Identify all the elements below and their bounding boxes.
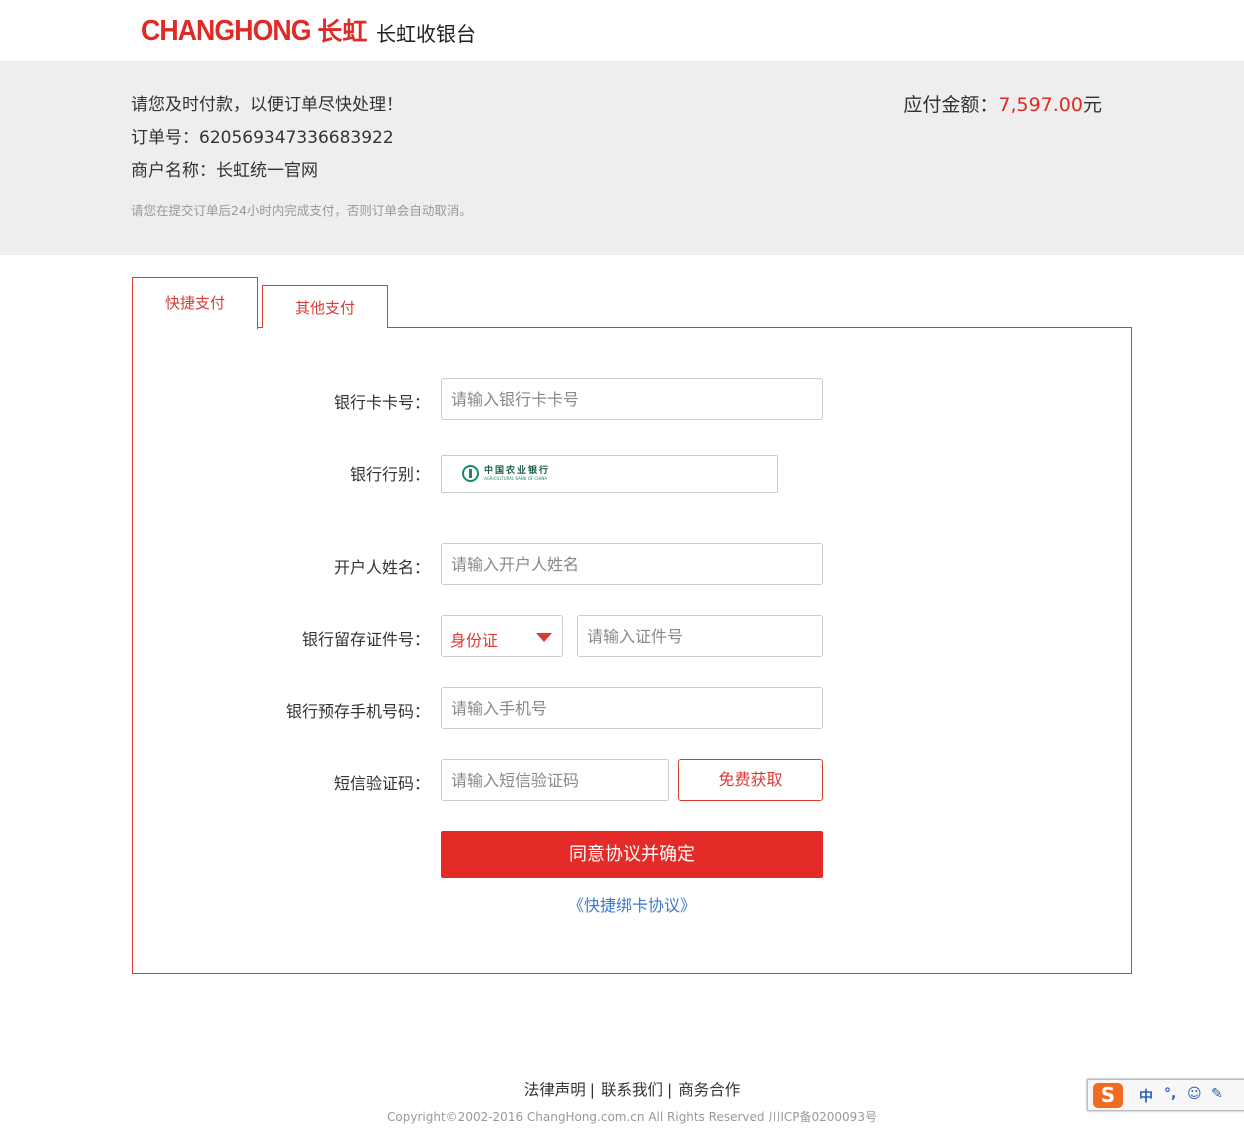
amount-value: 7,597.00 bbox=[998, 94, 1083, 116]
payment-prompt: 请您及时付款，以便订单尽快处理！ bbox=[131, 95, 403, 115]
caret-down-icon bbox=[536, 633, 552, 642]
footer-separator: | bbox=[667, 1081, 673, 1099]
sogou-ime-icon[interactable]: S bbox=[1093, 1083, 1123, 1108]
id-type-select[interactable]: 身份证 bbox=[441, 615, 563, 657]
page-header: CHANGHONG 长虹 长虹收银台 bbox=[0, 0, 1244, 61]
logo-text-en: CHANGHONG bbox=[141, 15, 312, 47]
order-info-panel: 请您及时付款，以便订单尽快处理！ 订单号：620569347336683922 … bbox=[0, 61, 1244, 255]
agree-and-confirm-button[interactable]: 同意协议并确定 bbox=[441, 831, 823, 878]
id-number-input[interactable] bbox=[577, 615, 823, 657]
bank-name-cn: 中国农业银行 bbox=[484, 465, 551, 476]
footer-separator: | bbox=[589, 1081, 595, 1099]
bank-select[interactable]: 中国农业银行 AGRICULTURAL BANK OF CHINA bbox=[441, 455, 778, 493]
tab-quick-pay[interactable]: 快捷支付 bbox=[132, 277, 258, 329]
merchant-name: 商户名称：长虹统一官网 bbox=[131, 161, 318, 181]
order-number: 订单号：620569347336683922 bbox=[131, 128, 394, 148]
amount-label: 应付金额： bbox=[903, 94, 999, 116]
bank-type-label: 银行行别： bbox=[349, 465, 430, 484]
id-number-label: 银行留存证件号： bbox=[301, 630, 430, 649]
quick-bind-protocol-link[interactable]: 《快捷绑卡协议》 bbox=[441, 892, 823, 916]
cashier-title: 长虹收银台 bbox=[376, 22, 476, 46]
footer-link-business[interactable]: 商务合作 bbox=[678, 1081, 740, 1099]
sms-code-input[interactable] bbox=[441, 759, 669, 801]
id-type-value: 身份证 bbox=[450, 631, 499, 650]
footer-link-contact[interactable]: 联系我们 bbox=[601, 1081, 663, 1099]
abc-bank-logo: 中国农业银行 AGRICULTURAL BANK OF CHINA bbox=[462, 465, 550, 482]
abc-emblem-icon bbox=[462, 465, 479, 482]
footer-links: 法律声明 | 联系我们 | 商务合作 bbox=[0, 1078, 1244, 1100]
ime-emoji-icon[interactable]: ☺ bbox=[1187, 1086, 1202, 1102]
ime-chinese-mode[interactable]: 中 bbox=[1139, 1086, 1153, 1106]
card-number-label: 银行卡卡号： bbox=[333, 393, 430, 412]
logo-text-cn: 长虹 bbox=[317, 17, 368, 46]
copyright-text: Copyright©2002-2016 ChangHong.com.cn All… bbox=[387, 1110, 877, 1124]
card-number-input[interactable] bbox=[441, 378, 823, 420]
ime-punctuation-icon[interactable]: °, bbox=[1164, 1086, 1176, 1102]
get-sms-code-button[interactable]: 免费获取 bbox=[678, 759, 823, 801]
holder-name-input[interactable] bbox=[441, 543, 823, 585]
ime-pen-icon[interactable]: ✎ bbox=[1211, 1086, 1223, 1102]
tab-other-pay[interactable]: 其他支付 bbox=[262, 285, 388, 328]
footer-link-legal[interactable]: 法律声明 bbox=[524, 1081, 586, 1099]
phone-input[interactable] bbox=[441, 687, 823, 729]
ime-toolbar[interactable]: S 中 °, ☺ ✎ bbox=[1087, 1079, 1244, 1111]
changhong-logo[interactable]: CHANGHONG 长虹 bbox=[141, 12, 367, 48]
timeout-note: 请您在提交订单后24小时内完成支付，否则订单会自动取消。 bbox=[131, 203, 472, 218]
amount-unit: 元 bbox=[1082, 94, 1102, 116]
bank-name-en: AGRICULTURAL BANK OF CHINA bbox=[484, 475, 548, 481]
holder-name-label: 开户人姓名： bbox=[333, 558, 430, 577]
amount-due: 应付金额：7,597.00元 bbox=[903, 90, 1102, 117]
phone-label: 银行预存手机号码： bbox=[285, 702, 430, 721]
sms-code-label: 短信验证码： bbox=[333, 774, 430, 793]
